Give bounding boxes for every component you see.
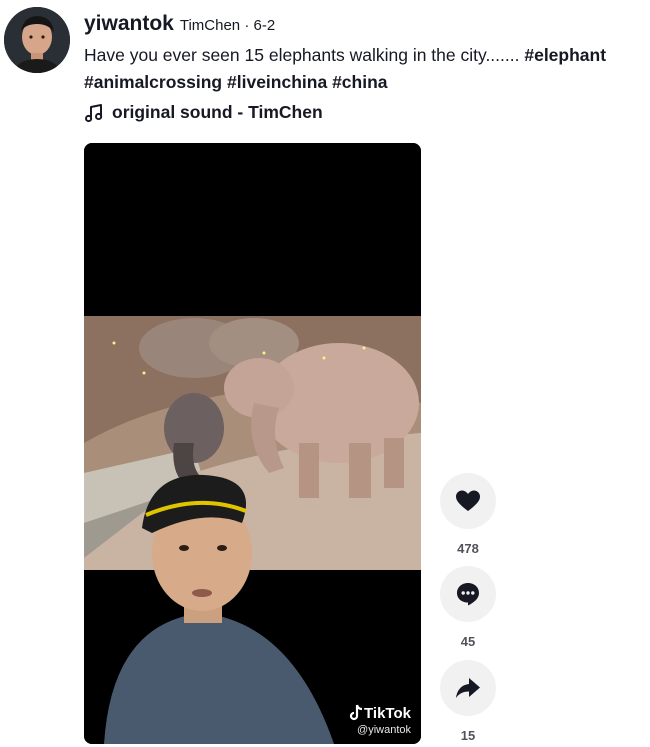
author-nickname-date: TimChen · 6-2 [179, 17, 276, 34]
watermark-handle: @yiwantok [357, 724, 411, 736]
watermark-brand-text: TikTok [364, 704, 411, 722]
comment-button[interactable] [440, 566, 496, 622]
video-frame [84, 143, 421, 744]
music-note-icon [85, 103, 103, 122]
like-count: 478 [457, 541, 479, 556]
hashtag-link[interactable]: #liveinchina [227, 72, 327, 92]
sound-label: original sound - TimChen [112, 102, 323, 122]
video-watermark: TikTok @yiwantok [348, 704, 411, 736]
hashtag-link[interactable]: #animalcrossing [84, 72, 222, 92]
avatar-image [4, 7, 70, 73]
comment-action: 45 [440, 566, 496, 649]
tiktok-logo-icon [349, 704, 363, 721]
author-avatar[interactable] [4, 7, 70, 73]
author-line: yiwantok TimChen · 6-2 [84, 12, 275, 36]
share-action: 15 [440, 660, 496, 743]
share-arrow-icon [456, 678, 480, 698]
share-count: 15 [460, 728, 476, 743]
comment-count: 45 [460, 634, 476, 649]
watermark-brand: TikTok [348, 704, 411, 722]
share-button[interactable] [440, 660, 496, 716]
caption-text: Have you ever seen 15 elephants walking … [84, 45, 520, 65]
heart-icon [456, 490, 480, 511]
hashtag-link[interactable]: #china [332, 72, 387, 92]
author-username[interactable]: yiwantok [84, 12, 174, 36]
video-player[interactable]: TikTok @yiwantok [84, 143, 421, 744]
like-button[interactable] [440, 473, 496, 529]
like-action: 478 [440, 473, 496, 556]
sound-link[interactable]: original sound - TimChen [84, 102, 323, 123]
comment-bubble-icon [457, 583, 479, 606]
post-caption: Have you ever seen 15 elephants walking … [84, 42, 644, 96]
hashtag-link[interactable]: #elephant [524, 45, 606, 65]
